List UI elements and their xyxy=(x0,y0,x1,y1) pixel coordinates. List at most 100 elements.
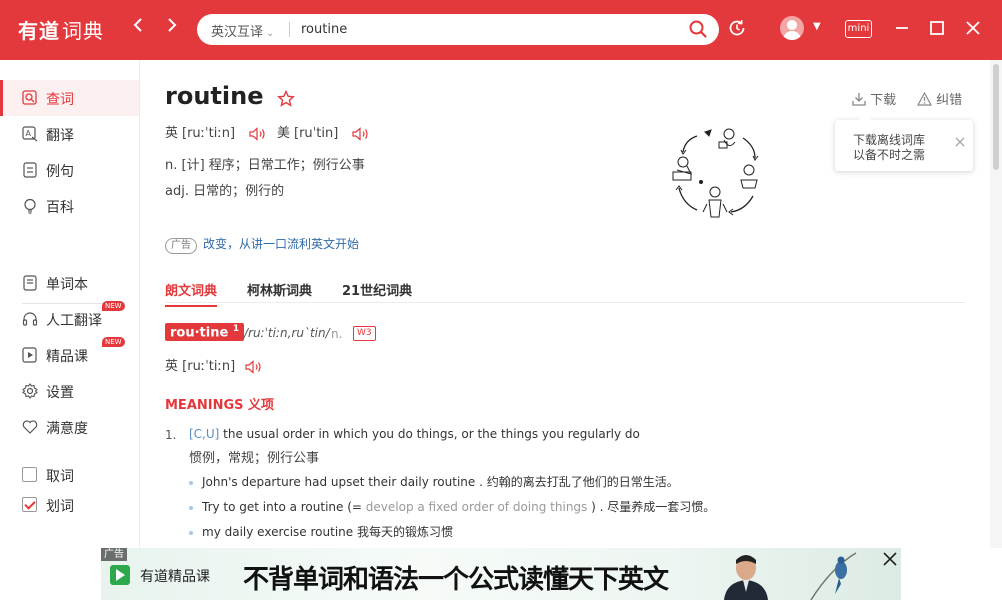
logo-product: 词典 xyxy=(62,19,104,43)
tab-21st-century[interactable]: 21世纪词典 xyxy=(342,280,412,305)
sidebar-item-label: 取词 xyxy=(46,469,74,485)
feedback-button[interactable]: 纠错 xyxy=(916,89,963,108)
search-doc-icon xyxy=(22,90,37,105)
search-input[interactable] xyxy=(301,20,671,39)
uk-ipa: [ruːˈtiːn] xyxy=(182,126,236,141)
feedback-label: 纠错 xyxy=(936,93,963,108)
close-icon[interactable] xyxy=(955,137,965,147)
ad-brand: 有道精品课 xyxy=(140,569,210,585)
download-button[interactable]: 下载 xyxy=(852,89,896,108)
longman-ipa: /ruːˈtiːn,ruˋtin/ xyxy=(244,326,330,340)
language-select[interactable]: 英汉互译 ⌄ xyxy=(211,21,274,40)
definition-line: adj. 日常的；例行的 xyxy=(165,184,285,199)
translate-icon: A xyxy=(22,126,38,142)
sidebar-item-human-translation[interactable]: 人工翻译 NEW xyxy=(0,301,139,337)
play-icon xyxy=(110,565,130,585)
select-word-checkbox[interactable] xyxy=(22,497,37,512)
new-badge: NEW xyxy=(102,301,125,311)
definition-number: 1. xyxy=(165,428,177,442)
search-box: 英汉互译 ⌄ xyxy=(197,14,719,45)
definition-chinese: 惯例，常规；例行公事 xyxy=(189,451,320,466)
notebook-icon xyxy=(23,275,37,291)
example-english: John's departure had upset their daily r… xyxy=(202,475,483,489)
sidebar-item-wordbook[interactable]: 单词本 xyxy=(0,265,139,301)
app-logo: 有道 词典 xyxy=(18,15,104,44)
search-divider xyxy=(289,22,290,37)
offline-download-popover: 下载离线词库 以备不时之需 xyxy=(835,114,973,171)
sidebar-toggle-select-word[interactable]: 划词 xyxy=(0,487,139,523)
capture-word-checkbox[interactable] xyxy=(22,467,37,482)
chevron-left-icon xyxy=(133,18,142,32)
uk-pronunciation: 英 [ruːˈtiːn] xyxy=(165,122,267,141)
sidebar-item-label: 划词 xyxy=(46,499,74,515)
us-label: 美 xyxy=(277,126,291,141)
longman-headword: rou·tine 1 xyxy=(165,323,245,342)
sense-number: 1 xyxy=(232,324,240,334)
definition-english: [C,U] the usual order in which you do th… xyxy=(189,427,640,441)
bulb-icon xyxy=(24,198,36,214)
us-ipa: [ruˈtin] xyxy=(294,126,339,141)
sidebar-item-settings[interactable]: 设置 xyxy=(0,373,139,409)
tab-collins[interactable]: 柯林斯词典 xyxy=(247,280,312,305)
sidebar-item-encyclopedia[interactable]: 百科 xyxy=(0,188,139,224)
search-icon[interactable] xyxy=(689,20,707,38)
sidebar-item-courses[interactable]: 精品课 NEW xyxy=(0,337,139,373)
chevron-down-icon[interactable]: ▼ xyxy=(813,21,821,32)
gear-icon xyxy=(22,383,38,399)
sidebar-item-satisfaction[interactable]: 满意度 xyxy=(0,409,139,445)
promo-link[interactable]: 广告 改变，从讲一口流利英文开始 xyxy=(165,235,359,254)
forward-button[interactable] xyxy=(162,17,182,38)
close-icon[interactable] xyxy=(882,551,898,567)
play-icon xyxy=(22,347,37,363)
maximize-icon[interactable] xyxy=(926,17,948,39)
speaker-icon[interactable] xyxy=(249,126,267,141)
sidebar-item-translate[interactable]: A 翻译 xyxy=(0,116,139,152)
popover-line: 下载离线词库 xyxy=(853,133,926,147)
logo-brand: 有道 xyxy=(18,19,60,43)
popover-text: 下载离线词库 以备不时之需 xyxy=(853,133,925,163)
routine-illustration xyxy=(669,122,765,222)
popover-line: 以备不时之需 xyxy=(853,148,926,162)
download-icon xyxy=(852,93,866,106)
teacher-portrait xyxy=(724,555,768,600)
title-bar: 有道词典 英汉互译⌄ ▼ mini xyxy=(0,0,1002,60)
speaker-icon[interactable] xyxy=(245,359,263,374)
main-content: routine 英 [ruːˈtiːn] 美 [ruˈtin] n. [计] 程序；… xyxy=(140,60,988,548)
history-icon[interactable] xyxy=(728,19,746,37)
tab-longman[interactable]: 朗文词典 xyxy=(165,280,218,307)
heart-icon xyxy=(22,420,38,434)
definition-line: n. [计] 程序；日常工作；例行公事 xyxy=(165,158,365,173)
star-icon[interactable] xyxy=(277,90,295,108)
sidebar-item-label: 人工翻译 xyxy=(46,313,102,329)
sidebar-item-label: 翻译 xyxy=(46,128,74,144)
sidebar-item-label: 精品课 xyxy=(46,349,88,365)
sidebar-item-label: 满意度 xyxy=(46,421,88,437)
minimize-icon[interactable] xyxy=(891,17,913,39)
scrollbar-thumb[interactable] xyxy=(993,64,999,170)
ad-tag: 广告 xyxy=(165,238,197,254)
grammar-code: [C,U] xyxy=(189,427,220,441)
user-avatar[interactable] xyxy=(780,16,804,40)
language-select-label: 英汉互译 xyxy=(211,25,264,40)
sidebar-item-label: 设置 xyxy=(46,385,74,401)
example-suffix: ) . 尽量养成一套习惯。 xyxy=(587,500,716,514)
sidebar: 查词 A 翻译 例句 百科 单词本 人工翻译 NEW 精品课 NEW 设置 满意… xyxy=(0,60,140,600)
speaker-icon[interactable] xyxy=(352,126,370,141)
bottom-ad-banner[interactable]: 广告 有道精品课 不背单词和语法一个公式读懂天下英文 xyxy=(101,548,901,600)
sidebar-item-label: 例句 xyxy=(46,164,74,180)
scrollbar[interactable] xyxy=(990,60,1002,548)
back-button[interactable] xyxy=(128,17,148,38)
sidebar-item-lookup[interactable]: 查词 xyxy=(0,80,139,116)
uk-label: 英 xyxy=(165,359,179,374)
svg-text:A: A xyxy=(26,129,32,138)
meanings-heading: MEANINGS 义项 xyxy=(165,398,275,413)
mini-mode-button[interactable]: mini xyxy=(845,20,872,38)
frequency-badge: W3 xyxy=(353,326,376,341)
close-icon[interactable] xyxy=(962,17,984,39)
example-sentence: Try to get into a routine (= develop a f… xyxy=(189,498,715,515)
sidebar-item-sentences[interactable]: 例句 xyxy=(0,152,139,188)
download-label: 下载 xyxy=(870,93,897,108)
part-of-speech: n. xyxy=(331,327,343,341)
longman-uk-pronunciation: 英 [ruːˈtiːn] xyxy=(165,355,263,374)
bullet xyxy=(189,480,193,485)
